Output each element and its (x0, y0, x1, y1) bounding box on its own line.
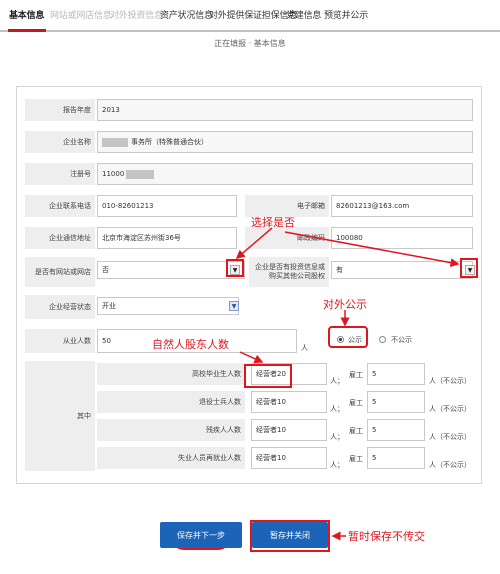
annotation-arrows (235, 227, 460, 541)
arrow-to-website-select (235, 227, 273, 259)
annotation-external-publicity: 对外公示 (323, 298, 367, 311)
annotation-select-yes-no: 选择是否 (251, 216, 295, 229)
annotation-natural-person-count: 自然人股东人数 (152, 338, 229, 351)
arrow-to-graduates (239, 351, 264, 363)
save-next-button[interactable]: 保存并下一步 (160, 522, 242, 548)
annotation-temp-save: 暂时保存不传交 (348, 530, 425, 543)
save-close-button[interactable]: 暂存并关闭 (252, 522, 328, 548)
arrow-to-investment-select (284, 231, 460, 268)
